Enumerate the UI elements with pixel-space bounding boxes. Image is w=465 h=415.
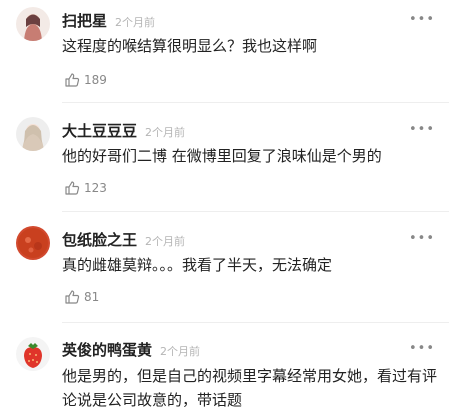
- divider: [62, 102, 449, 103]
- more-icon[interactable]: •••: [409, 231, 435, 246]
- timestamp: 2个月前: [145, 235, 186, 248]
- thumbs-up-icon: [65, 73, 80, 87]
- comment-text: 真的雌雄莫辩。。。我看了半天，无法确定: [62, 256, 333, 274]
- username[interactable]: 扫把星 2个月前: [62, 10, 155, 31]
- like-button[interactable]: 123: [64, 179, 107, 197]
- timestamp: 2个月前: [115, 16, 156, 29]
- comment-text: 他是男的，但是自己的视频里字幕经常用女她，看过有评论说是公司故意的，带话题: [62, 367, 438, 409]
- divider: [62, 211, 449, 212]
- thumbs-up-icon: [65, 290, 80, 304]
- avatar[interactable]: [16, 226, 50, 260]
- divider: [62, 322, 449, 323]
- like-count: 189: [84, 73, 107, 87]
- comment-text: 他的好哥们二博 在微博里回复了浪味仙是个男的: [62, 147, 382, 165]
- thumbs-up-icon: [65, 181, 80, 195]
- avatar[interactable]: [16, 7, 50, 41]
- username[interactable]: 英俊的鸭蛋黄 2个月前: [62, 339, 200, 360]
- comment-text: 这程度的喉结算很明显么？我也这样啊: [62, 37, 318, 55]
- username[interactable]: 大土豆豆豆 2个月前: [62, 120, 185, 141]
- like-count: 123: [84, 181, 107, 195]
- more-icon[interactable]: •••: [409, 122, 435, 137]
- avatar[interactable]: [16, 337, 50, 371]
- like-button[interactable]: 81: [64, 288, 99, 306]
- like-button[interactable]: 189: [64, 71, 107, 89]
- timestamp: 2个月前: [145, 126, 186, 139]
- like-count: 81: [84, 290, 100, 304]
- avatar[interactable]: [16, 117, 50, 151]
- more-icon[interactable]: •••: [409, 12, 435, 27]
- timestamp: 2个月前: [160, 345, 201, 358]
- more-icon[interactable]: •••: [409, 341, 435, 356]
- username[interactable]: 包纸脸之王 2个月前: [62, 229, 185, 250]
